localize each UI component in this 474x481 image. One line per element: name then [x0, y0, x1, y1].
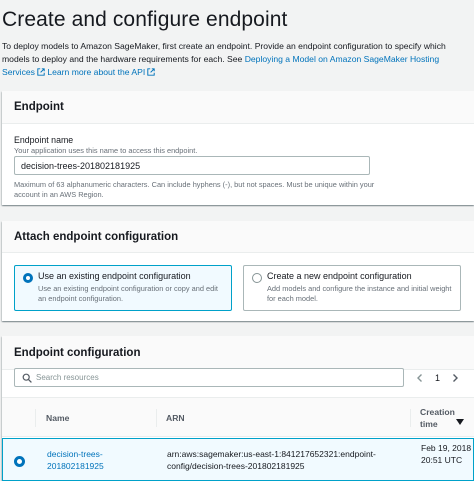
- use-existing-config-radio[interactable]: [23, 273, 33, 283]
- chevron-right-icon[interactable]: [449, 372, 461, 384]
- column-header-arn[interactable]: ARN: [166, 413, 185, 423]
- caret-down-icon[interactable]: [456, 419, 464, 425]
- page-number[interactable]: 1: [435, 373, 440, 383]
- endpoint-name-input[interactable]: [14, 156, 370, 175]
- column-header-creation-time[interactable]: Creation time: [420, 406, 455, 430]
- endpoint-name-description: Your application uses this name to acces…: [14, 146, 198, 155]
- endpoint-config-panel: Endpoint configuration 1 Name ARN Creati…: [2, 336, 474, 481]
- row-name-link[interactable]: decision-trees-201802181925: [47, 448, 147, 472]
- row-creation-time: Feb 19, 2018 20:51 UTC: [421, 443, 472, 465]
- endpoint-name-label: Endpoint name: [14, 135, 74, 145]
- search-icon: [22, 373, 32, 383]
- column-separator: [410, 409, 411, 427]
- table-row[interactable]: decision-trees-201802181925 arn:aws:sage…: [2, 438, 474, 481]
- search-box[interactable]: [14, 368, 404, 387]
- column-separator: [35, 409, 36, 427]
- attach-config-panel: Attach endpoint configuration Use an exi…: [2, 221, 474, 321]
- endpoint-panel: Endpoint Endpoint name Your application …: [2, 91, 474, 205]
- use-existing-config-option[interactable]: Use an existing endpoint configuration U…: [14, 265, 232, 311]
- endpoint-name-constraint: Maximum of 63 alphanumeric characters. C…: [14, 180, 375, 199]
- page-intro: To deploy models to Amazon SageMaker, fi…: [2, 40, 472, 79]
- column-separator: [156, 409, 157, 427]
- option-description: Add models and configure the instance an…: [267, 284, 452, 303]
- endpoint-config-panel-title: Endpoint configuration: [2, 336, 474, 370]
- attach-config-panel-title: Attach endpoint configuration: [2, 221, 474, 253]
- page-title: Create and configure endpoint: [2, 8, 288, 31]
- endpoint-panel-title: Endpoint: [2, 91, 474, 124]
- chevron-left-icon[interactable]: [414, 372, 426, 384]
- external-link-icon: [147, 68, 155, 76]
- search-input[interactable]: [36, 370, 396, 385]
- create-new-config-option[interactable]: Create a new endpoint configuration Add …: [243, 265, 461, 311]
- option-title: Use an existing endpoint configuration: [38, 271, 191, 281]
- option-title: Create a new endpoint configuration: [267, 271, 412, 281]
- row-select-radio[interactable]: [14, 456, 25, 467]
- create-new-config-radio[interactable]: [252, 273, 262, 283]
- row-arn: arn:aws:sagemaker:us-east-1:841217652321…: [167, 449, 376, 471]
- column-header-name[interactable]: Name: [46, 413, 69, 423]
- external-link-icon: [37, 68, 45, 76]
- option-description: Use an existing endpoint configuration o…: [38, 284, 218, 303]
- pagination: 1: [414, 368, 461, 387]
- learn-more-api-link[interactable]: Learn more about the API: [47, 67, 145, 77]
- table-header: Name ARN Creation time: [2, 397, 474, 437]
